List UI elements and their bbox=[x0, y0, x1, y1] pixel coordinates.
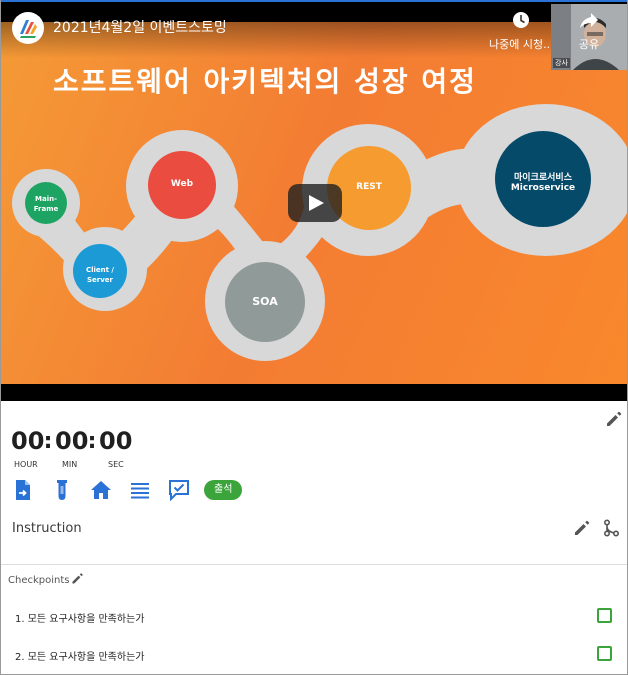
share-button[interactable]: 공유 bbox=[578, 10, 600, 52]
branch-icon[interactable] bbox=[602, 519, 620, 537]
node-web-label: Web bbox=[170, 179, 194, 189]
edit-instruction-pencil-icon[interactable] bbox=[573, 519, 591, 537]
timer-hour-label: HOUR bbox=[14, 460, 38, 469]
video-title[interactable]: 2021년4월2일 이벤트스토밍 bbox=[53, 17, 227, 37]
checkpoint-checkbox[interactable] bbox=[597, 646, 612, 661]
watch-later-button[interactable]: 나중에 시청... bbox=[489, 10, 554, 52]
document-arrow-icon[interactable] bbox=[11, 478, 35, 502]
timer-separator: : bbox=[87, 429, 97, 454]
instruction-label: Instruction bbox=[12, 521, 82, 536]
webcam-label: 강사 bbox=[553, 58, 570, 68]
timer-sec-label: SEC bbox=[108, 460, 124, 469]
timer-separator: : bbox=[43, 429, 53, 454]
checkpoint-item: 2. 모든 요구사항을 만족하는가 bbox=[15, 652, 145, 663]
section-divider bbox=[1, 564, 627, 565]
chat-check-icon[interactable] bbox=[167, 478, 191, 502]
timer-seconds: 00 bbox=[99, 427, 133, 455]
clock-icon bbox=[513, 12, 530, 28]
timer-min-label: MIN bbox=[62, 460, 78, 469]
node-microservice-label-ko: 마이크로서비스 bbox=[514, 173, 572, 183]
home-icon[interactable] bbox=[89, 478, 113, 502]
share-icon bbox=[580, 13, 598, 28]
lesson-toolbar: 출석 bbox=[11, 478, 243, 502]
node-mainframe-label: Main-Frame bbox=[33, 195, 59, 213]
play-button[interactable] bbox=[288, 184, 342, 222]
node-client-server-label: Client / Server bbox=[85, 266, 114, 284]
list-icon[interactable] bbox=[128, 478, 152, 502]
test-tube-icon[interactable] bbox=[50, 478, 74, 502]
checkpoint-item: 1. 모든 요구사항을 만족하는가 bbox=[15, 614, 145, 625]
share-label: 공유 bbox=[578, 38, 600, 51]
node-soa-label: SOA bbox=[252, 295, 278, 308]
attendance-button[interactable]: 출석 bbox=[204, 480, 243, 500]
channel-logo[interactable] bbox=[12, 12, 44, 44]
video-player[interactable]: 소프트웨어 아키텍처의 성장 여정 Main-Frame Client / Se… bbox=[1, 2, 627, 401]
checkpoints-title: Checkpoints bbox=[8, 575, 70, 586]
watch-later-label: 나중에 시청... bbox=[489, 38, 554, 51]
timer-hours: 00 bbox=[11, 427, 45, 455]
node-rest-label: REST bbox=[356, 182, 382, 192]
timer-minutes: 00 bbox=[55, 427, 89, 455]
timer: 00 : 00 : 00 bbox=[11, 426, 133, 458]
edit-video-pencil-icon[interactable] bbox=[605, 410, 623, 428]
edit-checkpoints-pencil-icon[interactable] bbox=[71, 572, 84, 585]
app-window: 소프트웨어 아키텍처의 성장 여정 Main-Frame Client / Se… bbox=[0, 0, 628, 675]
node-microservice-label-en: Microservice bbox=[510, 183, 576, 193]
checkpoint-checkbox[interactable] bbox=[597, 608, 612, 623]
